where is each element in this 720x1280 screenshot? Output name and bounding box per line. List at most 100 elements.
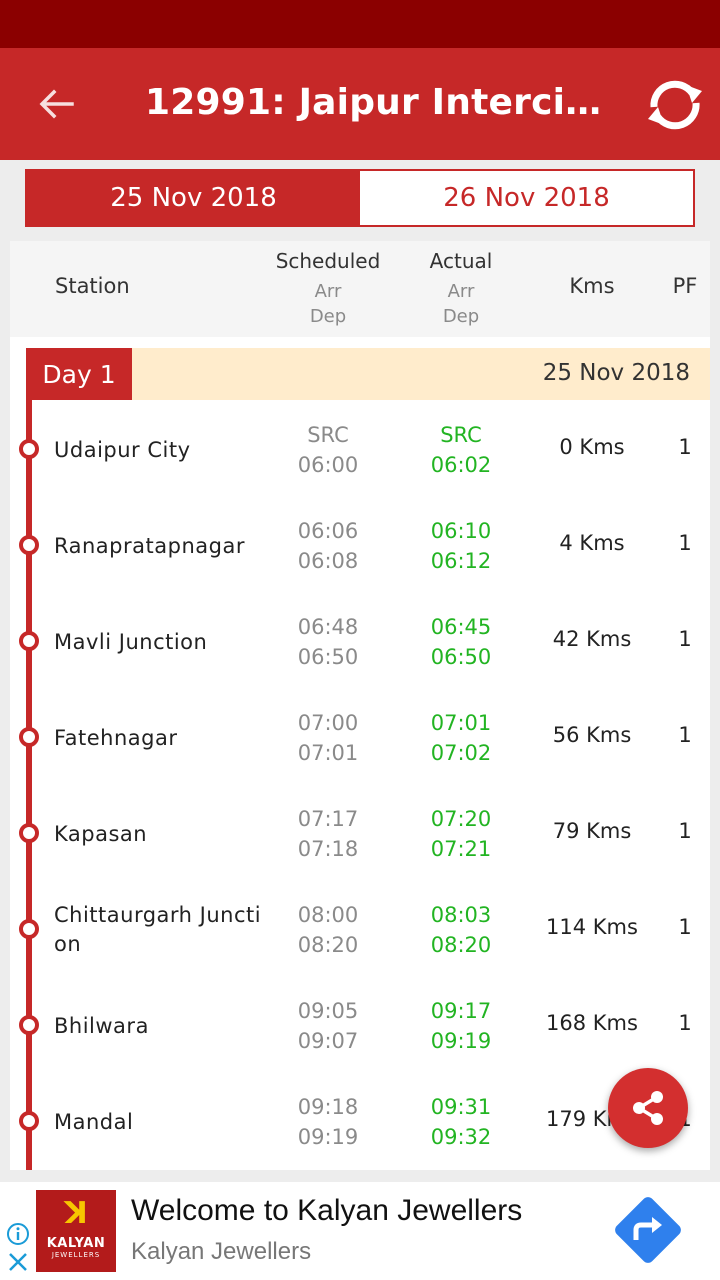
station-dot bbox=[19, 439, 39, 459]
platform: 1 bbox=[678, 531, 692, 555]
actual-dep: 07:02 bbox=[430, 741, 492, 765]
station-dot bbox=[19, 727, 39, 747]
scheduled-dep: 09:19 bbox=[297, 1125, 359, 1149]
close-icon[interactable] bbox=[6, 1250, 30, 1274]
directions-icon[interactable] bbox=[608, 1190, 688, 1270]
scheduled-arr: 09:05 bbox=[297, 999, 359, 1023]
table-row[interactable]: Chittaurgarh Junction 08:00 08:20 08:03 08… bbox=[10, 882, 710, 978]
actual-arr: 07:20 bbox=[430, 807, 492, 831]
distance: 168 Kms bbox=[546, 1011, 638, 1035]
table-row[interactable]: Mandal 09:1809:19 09:3109:32 179 Kms 1 bbox=[10, 1074, 710, 1170]
distance: 42 Kms bbox=[552, 627, 632, 651]
ad-logo: ꓘ KALYAN JEWELLERS bbox=[36, 1190, 116, 1272]
actual-times: 09:31 09:32 bbox=[391, 1092, 531, 1152]
date-tab-1[interactable]: 25 Nov 2018 bbox=[27, 171, 360, 225]
table-row[interactable]: Fatehnagar 07:00 07:01 07:01 07:02 56 Kms … bbox=[10, 690, 710, 786]
day-date: 25 Nov 2018 bbox=[542, 360, 690, 386]
status-bar bbox=[0, 0, 720, 48]
scheduled-dep: 09:07 bbox=[297, 1029, 359, 1053]
kms-header: Kms bbox=[569, 274, 615, 298]
table-row[interactable]: Kapasan 07:17 07:18 07:20 07:21 79 Kms 1 bbox=[10, 786, 710, 882]
scheduled-times: 09:05 09:07 bbox=[258, 996, 398, 1056]
scheduled-arr: SRC bbox=[307, 423, 349, 447]
refresh-button[interactable] bbox=[640, 76, 710, 134]
schedule-card: Station Scheduled Arr Dep Actual Arr Dep… bbox=[10, 241, 710, 1170]
scheduled-times: 06:48 06:50 bbox=[258, 612, 398, 672]
refresh-icon bbox=[648, 80, 702, 130]
scheduled-times: 07:17 07:18 bbox=[258, 804, 398, 864]
actual-arr-label: Arr bbox=[447, 281, 475, 302]
back-button[interactable] bbox=[28, 78, 84, 130]
actual-arr: SRC bbox=[440, 423, 482, 447]
actual-dep: 06:50 bbox=[430, 645, 492, 669]
station-dot bbox=[19, 823, 39, 843]
station-dot bbox=[19, 1015, 39, 1035]
scheduled-times: 07:00 07:01 bbox=[258, 708, 398, 768]
distance: 0 Kms bbox=[559, 435, 625, 459]
scheduled-dep: 06:00 bbox=[297, 453, 359, 477]
station-name: Bhilwara bbox=[54, 1013, 149, 1038]
actual-arr: 09:31 bbox=[430, 1095, 492, 1119]
station-name: Mavli Junction bbox=[54, 629, 208, 654]
platform: 1 bbox=[678, 915, 692, 939]
info-icon[interactable] bbox=[6, 1222, 30, 1246]
actual-arr: 08:03 bbox=[430, 903, 492, 927]
scheduled-dep: 07:18 bbox=[297, 837, 359, 861]
actual-times: 09:17 09:19 bbox=[391, 996, 531, 1056]
actual-times: 07:01 07:02 bbox=[391, 708, 531, 768]
distance: 4 Kms bbox=[559, 531, 625, 555]
date-tabs: 25 Nov 2018 26 Nov 2018 bbox=[25, 169, 695, 227]
actual-dep: 07:21 bbox=[430, 837, 492, 861]
actual-arr: 09:17 bbox=[430, 999, 492, 1023]
actual-dep: 09:32 bbox=[430, 1125, 492, 1149]
actual-dep: 06:12 bbox=[430, 549, 492, 573]
day-bar: Day 1 25 Nov 2018 bbox=[26, 348, 710, 400]
scheduled-arr: 09:18 bbox=[297, 1095, 359, 1119]
scheduled-arr: 06:06 bbox=[297, 519, 359, 543]
platform: 1 bbox=[678, 1011, 692, 1035]
station-dot bbox=[19, 631, 39, 651]
actual-header: Actual Arr Dep bbox=[391, 249, 531, 329]
table-row[interactable]: Mavli Junction 06:48 06:50 06:45 06:50 42 … bbox=[10, 594, 710, 690]
ad-banner[interactable]: ꓘ KALYAN JEWELLERS Welcome to Kalyan Jew… bbox=[0, 1182, 720, 1280]
actual-times: 08:03 08:20 bbox=[391, 900, 531, 960]
station-name: Ranapratapnagar bbox=[54, 533, 245, 558]
actual-header-label: Actual bbox=[429, 249, 493, 273]
actual-times: 07:20 07:21 bbox=[391, 804, 531, 864]
station-name: Udaipur City bbox=[54, 437, 191, 462]
actual-times: 06:45 06:50 bbox=[391, 612, 531, 672]
table-row[interactable]: Bhilwara 09:05 09:07 09:17 09:19 168 Kms 1 bbox=[10, 978, 710, 1074]
station-name: Fatehnagar bbox=[54, 725, 178, 750]
scheduled-header-label: Scheduled bbox=[275, 249, 381, 273]
station-dot bbox=[19, 1111, 39, 1131]
scheduled-dep-label: Dep bbox=[309, 306, 347, 327]
day-label: Day 1 bbox=[26, 348, 132, 400]
scheduled-arr: 08:00 bbox=[297, 903, 359, 927]
actual-dep-label: Dep bbox=[442, 306, 480, 327]
distance: 79 Kms bbox=[552, 819, 632, 843]
actual-dep: 09:19 bbox=[430, 1029, 492, 1053]
platform: 1 bbox=[678, 627, 692, 651]
ad-logo-tagline: JEWELLERS bbox=[51, 1251, 101, 1259]
actual-arr: 06:45 bbox=[430, 615, 492, 639]
platform: 1 bbox=[678, 819, 692, 843]
actual-arr: 07:01 bbox=[430, 711, 492, 735]
actual-dep: 08:20 bbox=[430, 933, 492, 957]
page-title: 12991: Jaipur Intercity Express bbox=[145, 82, 615, 123]
actual-arr: 06:10 bbox=[430, 519, 492, 543]
scheduled-dep: 06:50 bbox=[297, 645, 359, 669]
actual-dep: 06:02 bbox=[430, 453, 492, 477]
table-row[interactable]: Udaipur City SRC 06:00 SRC 06:02 0 Kms 1 bbox=[10, 402, 710, 498]
scheduled-times: 06:06 06:08 bbox=[258, 516, 398, 576]
scheduled-header: Scheduled Arr Dep bbox=[258, 249, 398, 329]
share-button[interactable] bbox=[608, 1068, 688, 1148]
ad-title[interactable]: Welcome to Kalyan Jewellers bbox=[131, 1194, 522, 1228]
scheduled-arr: 06:48 bbox=[297, 615, 359, 639]
scheduled-dep: 07:01 bbox=[297, 741, 359, 765]
date-tab-2[interactable]: 26 Nov 2018 bbox=[360, 171, 693, 225]
station-name: Chittaurgarh Junction bbox=[54, 903, 262, 956]
station-name: Kapasan bbox=[54, 821, 148, 846]
distance: 56 Kms bbox=[552, 723, 632, 747]
station-header: Station bbox=[55, 274, 130, 298]
table-row[interactable]: Ranapratapnagar 06:06 06:08 06:10 06:12 4 … bbox=[10, 498, 710, 594]
